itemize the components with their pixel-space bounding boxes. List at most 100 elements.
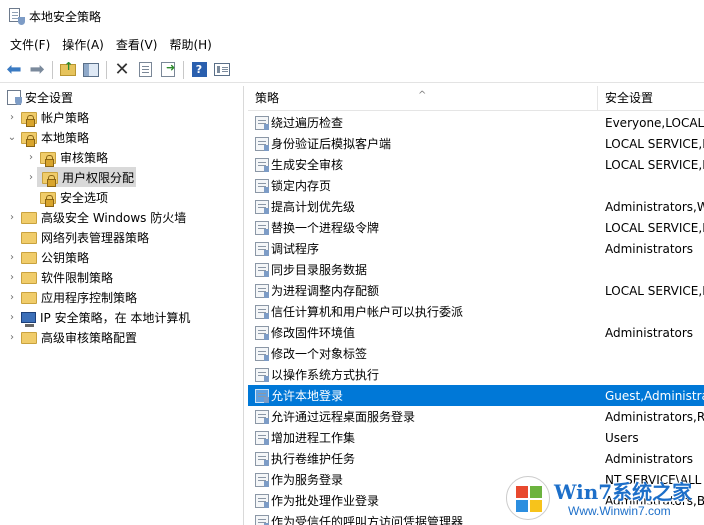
folder-icon xyxy=(21,212,37,224)
tree-item-security-options[interactable]: 安全选项 xyxy=(0,187,244,207)
tree-item-ip-security[interactable]: › IP 安全策略，在 本地计算机 xyxy=(0,307,244,327)
toolbar-separator xyxy=(183,60,184,79)
help-icon[interactable]: ? xyxy=(189,60,209,80)
table-row-selected[interactable]: 允许本地登录 Guest,Administrat xyxy=(248,385,704,406)
watermark: Win7系统之家 Www.Winwin7.com xyxy=(506,468,704,525)
table-row[interactable]: 绕过遍历检查 Everyone,LOCAL xyxy=(248,112,704,133)
tree-item-label: 软件限制策略 xyxy=(41,270,114,285)
tree-item-software-restriction[interactable]: › 软件限制策略 xyxy=(0,267,244,287)
tree-item-security-settings[interactable]: 安全设置 xyxy=(0,87,244,107)
policy-setting: Guest,Administrat xyxy=(605,388,704,403)
tree-item-public-key-policies[interactable]: › 公钥策略 xyxy=(0,247,244,267)
tree-item-label: 高级审核策略配置 xyxy=(41,330,138,345)
list-header: 策略 ^ 安全设置 xyxy=(248,86,704,111)
menu-view[interactable]: 查看(V) xyxy=(110,35,164,55)
policy-name: 绕过遍历检查 xyxy=(271,116,344,130)
table-row[interactable]: 修改固件环境值 Administrators xyxy=(248,322,704,343)
table-row[interactable]: 调试程序 Administrators xyxy=(248,238,704,259)
chevron-right-icon[interactable]: › xyxy=(6,271,18,283)
policy-icon xyxy=(255,199,269,214)
forward-arrow-icon[interactable]: ➡ xyxy=(27,60,47,80)
tree-item-advanced-audit[interactable]: › 高级审核策略配置 xyxy=(0,327,244,347)
policy-icon xyxy=(255,157,269,172)
policy-icon xyxy=(255,241,269,256)
tree-pane[interactable]: 安全设置 › 帐户策略 ⌄ 本地策略 › 审核策略 › 用户权限分配 安全选项 … xyxy=(0,86,244,525)
table-row[interactable]: 提高计划优先级 Administrators,W xyxy=(248,196,704,217)
chevron-right-icon[interactable]: › xyxy=(6,331,18,343)
tree-item-account-policies[interactable]: › 帐户策略 xyxy=(0,107,244,127)
windows-logo-icon xyxy=(506,476,550,520)
policy-icon xyxy=(255,283,269,298)
tree-item-audit-policy[interactable]: › 审核策略 xyxy=(0,147,244,167)
tree-item-label: 安全设置 xyxy=(25,90,74,105)
tree-item-application-control[interactable]: › 应用程序控制策略 xyxy=(0,287,244,307)
policy-setting: LOCAL SERVICE,N xyxy=(605,157,704,172)
table-row[interactable]: 身份验证后模拟客户端 LOCAL SERVICE,N xyxy=(248,133,704,154)
table-row[interactable]: 执行卷维护任务 Administrators xyxy=(248,448,704,469)
table-row[interactable]: 增加进程工作集 Users xyxy=(248,427,704,448)
chevron-down-icon[interactable]: ⌄ xyxy=(6,131,18,143)
policy-name: 调试程序 xyxy=(271,242,320,256)
policy-icon xyxy=(255,136,269,151)
table-row[interactable]: 为进程调整内存配额 LOCAL SERVICE,N xyxy=(248,280,704,301)
chevron-right-icon[interactable]: › xyxy=(6,311,18,323)
chevron-right-icon[interactable]: › xyxy=(6,111,18,123)
table-row[interactable]: 信任计算机和用户帐户可以执行委派 xyxy=(248,301,704,322)
folder-icon xyxy=(21,272,37,284)
table-row[interactable]: 修改一个对象标签 xyxy=(248,343,704,364)
column-header-setting[interactable]: 安全设置 xyxy=(600,86,653,111)
tree-item-local-policies[interactable]: ⌄ 本地策略 xyxy=(0,127,244,147)
policy-icon xyxy=(255,409,269,424)
chevron-right-icon[interactable]: › xyxy=(6,211,18,223)
policy-name: 执行卷维护任务 xyxy=(271,452,356,466)
view-icon[interactable] xyxy=(212,60,232,80)
table-row[interactable]: 同步目录服务数据 xyxy=(248,259,704,280)
column-header-label: 策略 xyxy=(255,91,280,105)
chevron-right-icon[interactable]: › xyxy=(6,251,18,263)
policy-setting: Users xyxy=(605,430,639,445)
policy-name: 修改固件环境值 xyxy=(271,326,356,340)
tree-item-label: 高级安全 Windows 防火墙 xyxy=(41,210,187,225)
delete-icon[interactable]: ✕ xyxy=(112,60,132,80)
policy-name: 同步目录服务数据 xyxy=(271,263,368,277)
folder-icon xyxy=(21,232,37,244)
folder-icon xyxy=(21,252,37,264)
chevron-right-icon[interactable]: › xyxy=(25,151,37,163)
policy-name: 允许通过远程桌面服务登录 xyxy=(271,410,416,424)
tree-item-label: 帐户策略 xyxy=(41,110,90,125)
policy-icon xyxy=(255,514,269,525)
menu-file[interactable]: 文件(F) xyxy=(4,35,56,55)
tree-item-network-list-manager[interactable]: 网络列表管理器策略 xyxy=(0,227,244,247)
table-row[interactable]: 以操作系统方式执行 xyxy=(248,364,704,385)
column-header-policy[interactable]: 策略 ^ xyxy=(248,86,598,111)
policy-icon xyxy=(255,472,269,487)
table-row[interactable]: 替换一个进程级令牌 LOCAL SERVICE,N xyxy=(248,217,704,238)
tree-item-user-rights-assignment[interactable]: › 用户权限分配 xyxy=(0,167,244,187)
window-title: 本地安全策略 xyxy=(29,9,102,24)
list-pane[interactable]: 策略 ^ 安全设置 绕过遍历检查 Everyone,LOCAL 身份验证后模拟客户… xyxy=(248,86,704,525)
chevron-right-icon[interactable]: › xyxy=(6,291,18,303)
tree-item-label: 用户权限分配 xyxy=(62,170,135,185)
folder-lock-icon xyxy=(42,172,58,187)
export-list-icon[interactable] xyxy=(158,60,178,80)
computer-icon xyxy=(21,312,36,327)
policy-name: 替换一个进程级令牌 xyxy=(271,221,380,235)
tree-item-label: 应用程序控制策略 xyxy=(41,290,138,305)
policy-name: 生成安全审核 xyxy=(271,158,344,172)
show-hide-tree-icon[interactable] xyxy=(81,60,101,80)
menu-help[interactable]: 帮助(H) xyxy=(163,35,217,55)
table-row[interactable]: 锁定内存页 xyxy=(248,175,704,196)
policy-setting: Everyone,LOCAL xyxy=(605,115,704,130)
table-row[interactable]: 生成安全审核 LOCAL SERVICE,N xyxy=(248,154,704,175)
tree-item-label: 本地策略 xyxy=(41,130,90,145)
toolbar-separator xyxy=(52,60,53,79)
back-arrow-icon[interactable]: ⬅ xyxy=(4,60,24,80)
table-row[interactable]: 允许通过远程桌面服务登录 Administrators,Re xyxy=(248,406,704,427)
chevron-right-icon[interactable]: › xyxy=(25,171,37,183)
properties-icon[interactable] xyxy=(135,60,155,80)
tree-item-label: IP 安全策略，在 本地计算机 xyxy=(40,310,191,325)
menu-bar: 文件(F) 操作(A) 查看(V) 帮助(H) xyxy=(0,34,704,56)
menu-action[interactable]: 操作(A) xyxy=(56,35,110,55)
tree-item-windows-firewall[interactable]: › 高级安全 Windows 防火墙 xyxy=(0,207,244,227)
up-folder-icon[interactable] xyxy=(58,60,78,80)
